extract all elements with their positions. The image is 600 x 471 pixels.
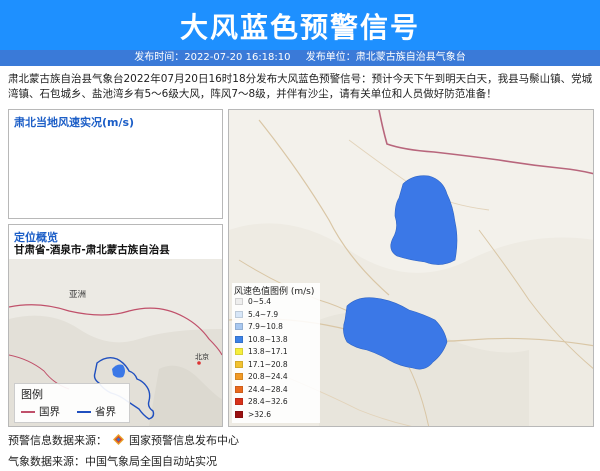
wind-scale-swatch xyxy=(235,298,243,305)
wind-scale-label: 0~5.4 xyxy=(248,297,271,306)
beijing-marker-icon xyxy=(197,361,201,365)
wind-observation-panel: 肃北当地风速实况(m/s) xyxy=(8,109,223,219)
warning-center-logo-icon xyxy=(112,434,124,445)
location-overview-panel: 定位概览 甘肃省-酒泉市-肃北蒙古族自治县 北京 亚洲 图例 国界 省界 xyxy=(8,224,223,427)
wind-scale-swatch xyxy=(235,385,243,393)
wind-scale-swatch xyxy=(235,323,243,330)
page-title: 大风蓝色预警信号 xyxy=(179,11,420,44)
national-border-legend-icon xyxy=(21,411,35,413)
publish-time: 发布时间：2022-07-20 16:18:10 xyxy=(134,52,291,63)
wind-scale-swatch xyxy=(235,360,243,368)
wind-scale-label: 20.8~24.4 xyxy=(248,372,288,381)
provincial-border-legend-icon xyxy=(77,411,91,413)
wind-panel-title: 肃北当地风速实况(m/s) xyxy=(14,116,135,129)
legend-provincial-label: 省界 xyxy=(95,406,116,418)
wind-scale-swatch xyxy=(235,410,243,418)
wind-scale-swatch xyxy=(235,373,243,380)
warning-source-org[interactable]: 国家预警信息发布中心 xyxy=(129,434,239,447)
map-legend: 图例 国界 省界 xyxy=(14,383,130,423)
asia-label: 亚洲 xyxy=(69,290,86,300)
wind-scale-legend: 风速色值图例 (m/s) 0~5.4 5.4~7.9 7.9~10.8 10.8~13… xyxy=(232,283,320,423)
location-region: 甘肃省-酒泉市-肃北蒙古族自治县 xyxy=(14,244,170,256)
wind-scale-label: 28.4~32.6 xyxy=(248,397,288,406)
wind-scale-swatch xyxy=(235,348,243,355)
legend-national-label: 国界 xyxy=(39,406,60,418)
wind-scale-label: 10.8~13.8 xyxy=(248,334,288,344)
wind-scale-label: 13.8~17.1 xyxy=(248,347,288,356)
publish-meta: 发布时间：2022-07-20 16:18:10 发布单位：肃北蒙古族自治县气象… xyxy=(0,50,600,66)
warning-notice: 肃北蒙古族自治县气象台2022年07月20日16时18分发布大风蓝色预警信号：预… xyxy=(8,73,593,100)
wind-scale-swatch xyxy=(235,335,243,343)
beijing-label: 北京 xyxy=(195,352,209,361)
wind-scale-label: 24.4~28.4 xyxy=(248,384,288,394)
wind-scale-label: >32.6 xyxy=(248,409,271,419)
wind-scale-label: 7.9~10.8 xyxy=(248,322,283,331)
wind-scale-label: 17.1~20.8 xyxy=(248,359,288,369)
legend-title: 图例 xyxy=(21,388,43,401)
header-banner: 大风蓝色预警信号 发布时间：2022-07-20 16:18:10 发布单位：肃… xyxy=(0,0,600,66)
wind-scale-swatch xyxy=(235,398,243,405)
wind-scale-swatch xyxy=(235,310,243,318)
warning-source: 预警信息数据来源： 国家预警信息发布中心 xyxy=(8,432,239,448)
wind-scale-label: 5.4~7.9 xyxy=(248,309,279,319)
wind-scale-title: 风速色值图例 (m/s) xyxy=(234,287,315,297)
warning-source-label: 预警信息数据来源： xyxy=(8,434,107,447)
publisher: 发布单位：肃北蒙古族自治县气象台 xyxy=(305,52,466,63)
weather-source: 气象数据来源：中国气象局全国自动站实况 xyxy=(8,455,217,468)
